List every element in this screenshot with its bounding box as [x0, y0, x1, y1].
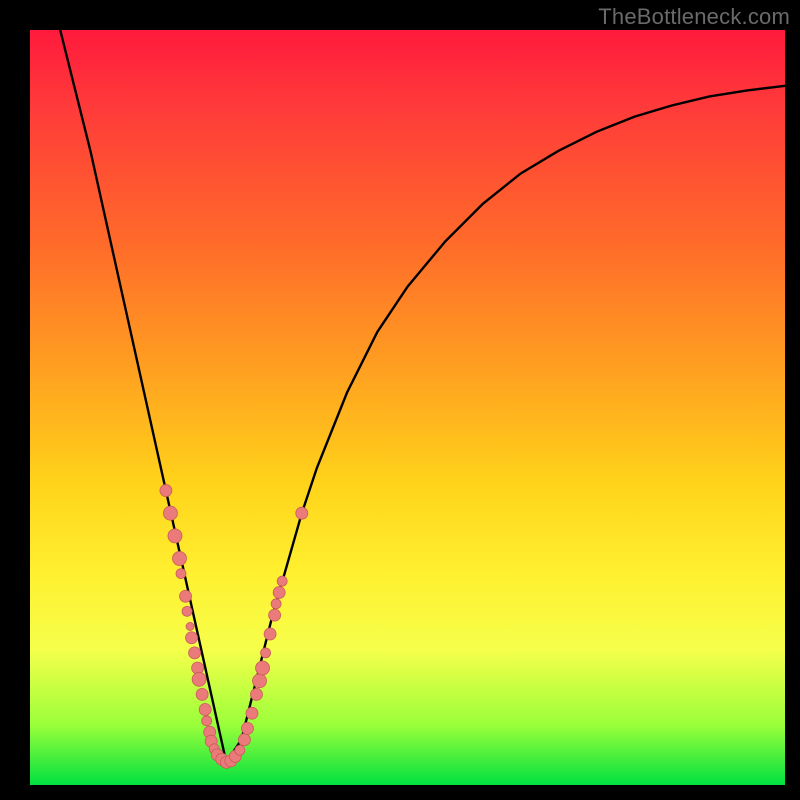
sample-dot: [176, 569, 186, 579]
chart-svg: [30, 30, 785, 785]
sample-dot: [273, 586, 285, 598]
sample-dot: [251, 688, 263, 700]
sample-dot: [238, 734, 250, 746]
sample-dot: [186, 622, 194, 630]
bottleneck-curve: [60, 30, 785, 762]
chart-frame: TheBottleneck.com: [0, 0, 800, 800]
sample-dot: [271, 599, 281, 609]
sample-dot: [199, 704, 211, 716]
sample-dot: [264, 628, 276, 640]
sample-dot: [160, 485, 172, 497]
sample-dot: [253, 674, 267, 688]
sample-dot: [246, 707, 258, 719]
sample-dot: [196, 688, 208, 700]
sample-dot: [192, 672, 206, 686]
watermark-text: TheBottleneck.com: [598, 4, 790, 30]
sample-dot: [296, 507, 308, 519]
sample-dot: [172, 552, 186, 566]
sample-dot: [180, 590, 192, 602]
sample-dot: [182, 606, 192, 616]
sample-dot: [189, 647, 201, 659]
sample-dot: [269, 609, 281, 621]
plot-area: [30, 30, 785, 785]
sample-dot: [163, 506, 177, 520]
sample-dot: [256, 661, 270, 675]
sample-dot: [202, 716, 212, 726]
sample-dot: [241, 722, 253, 734]
sample-dot: [168, 529, 182, 543]
sample-dot: [235, 745, 245, 755]
sample-dots: [160, 485, 308, 769]
sample-dot: [186, 632, 198, 644]
sample-dot: [277, 576, 287, 586]
sample-dot: [261, 648, 271, 658]
